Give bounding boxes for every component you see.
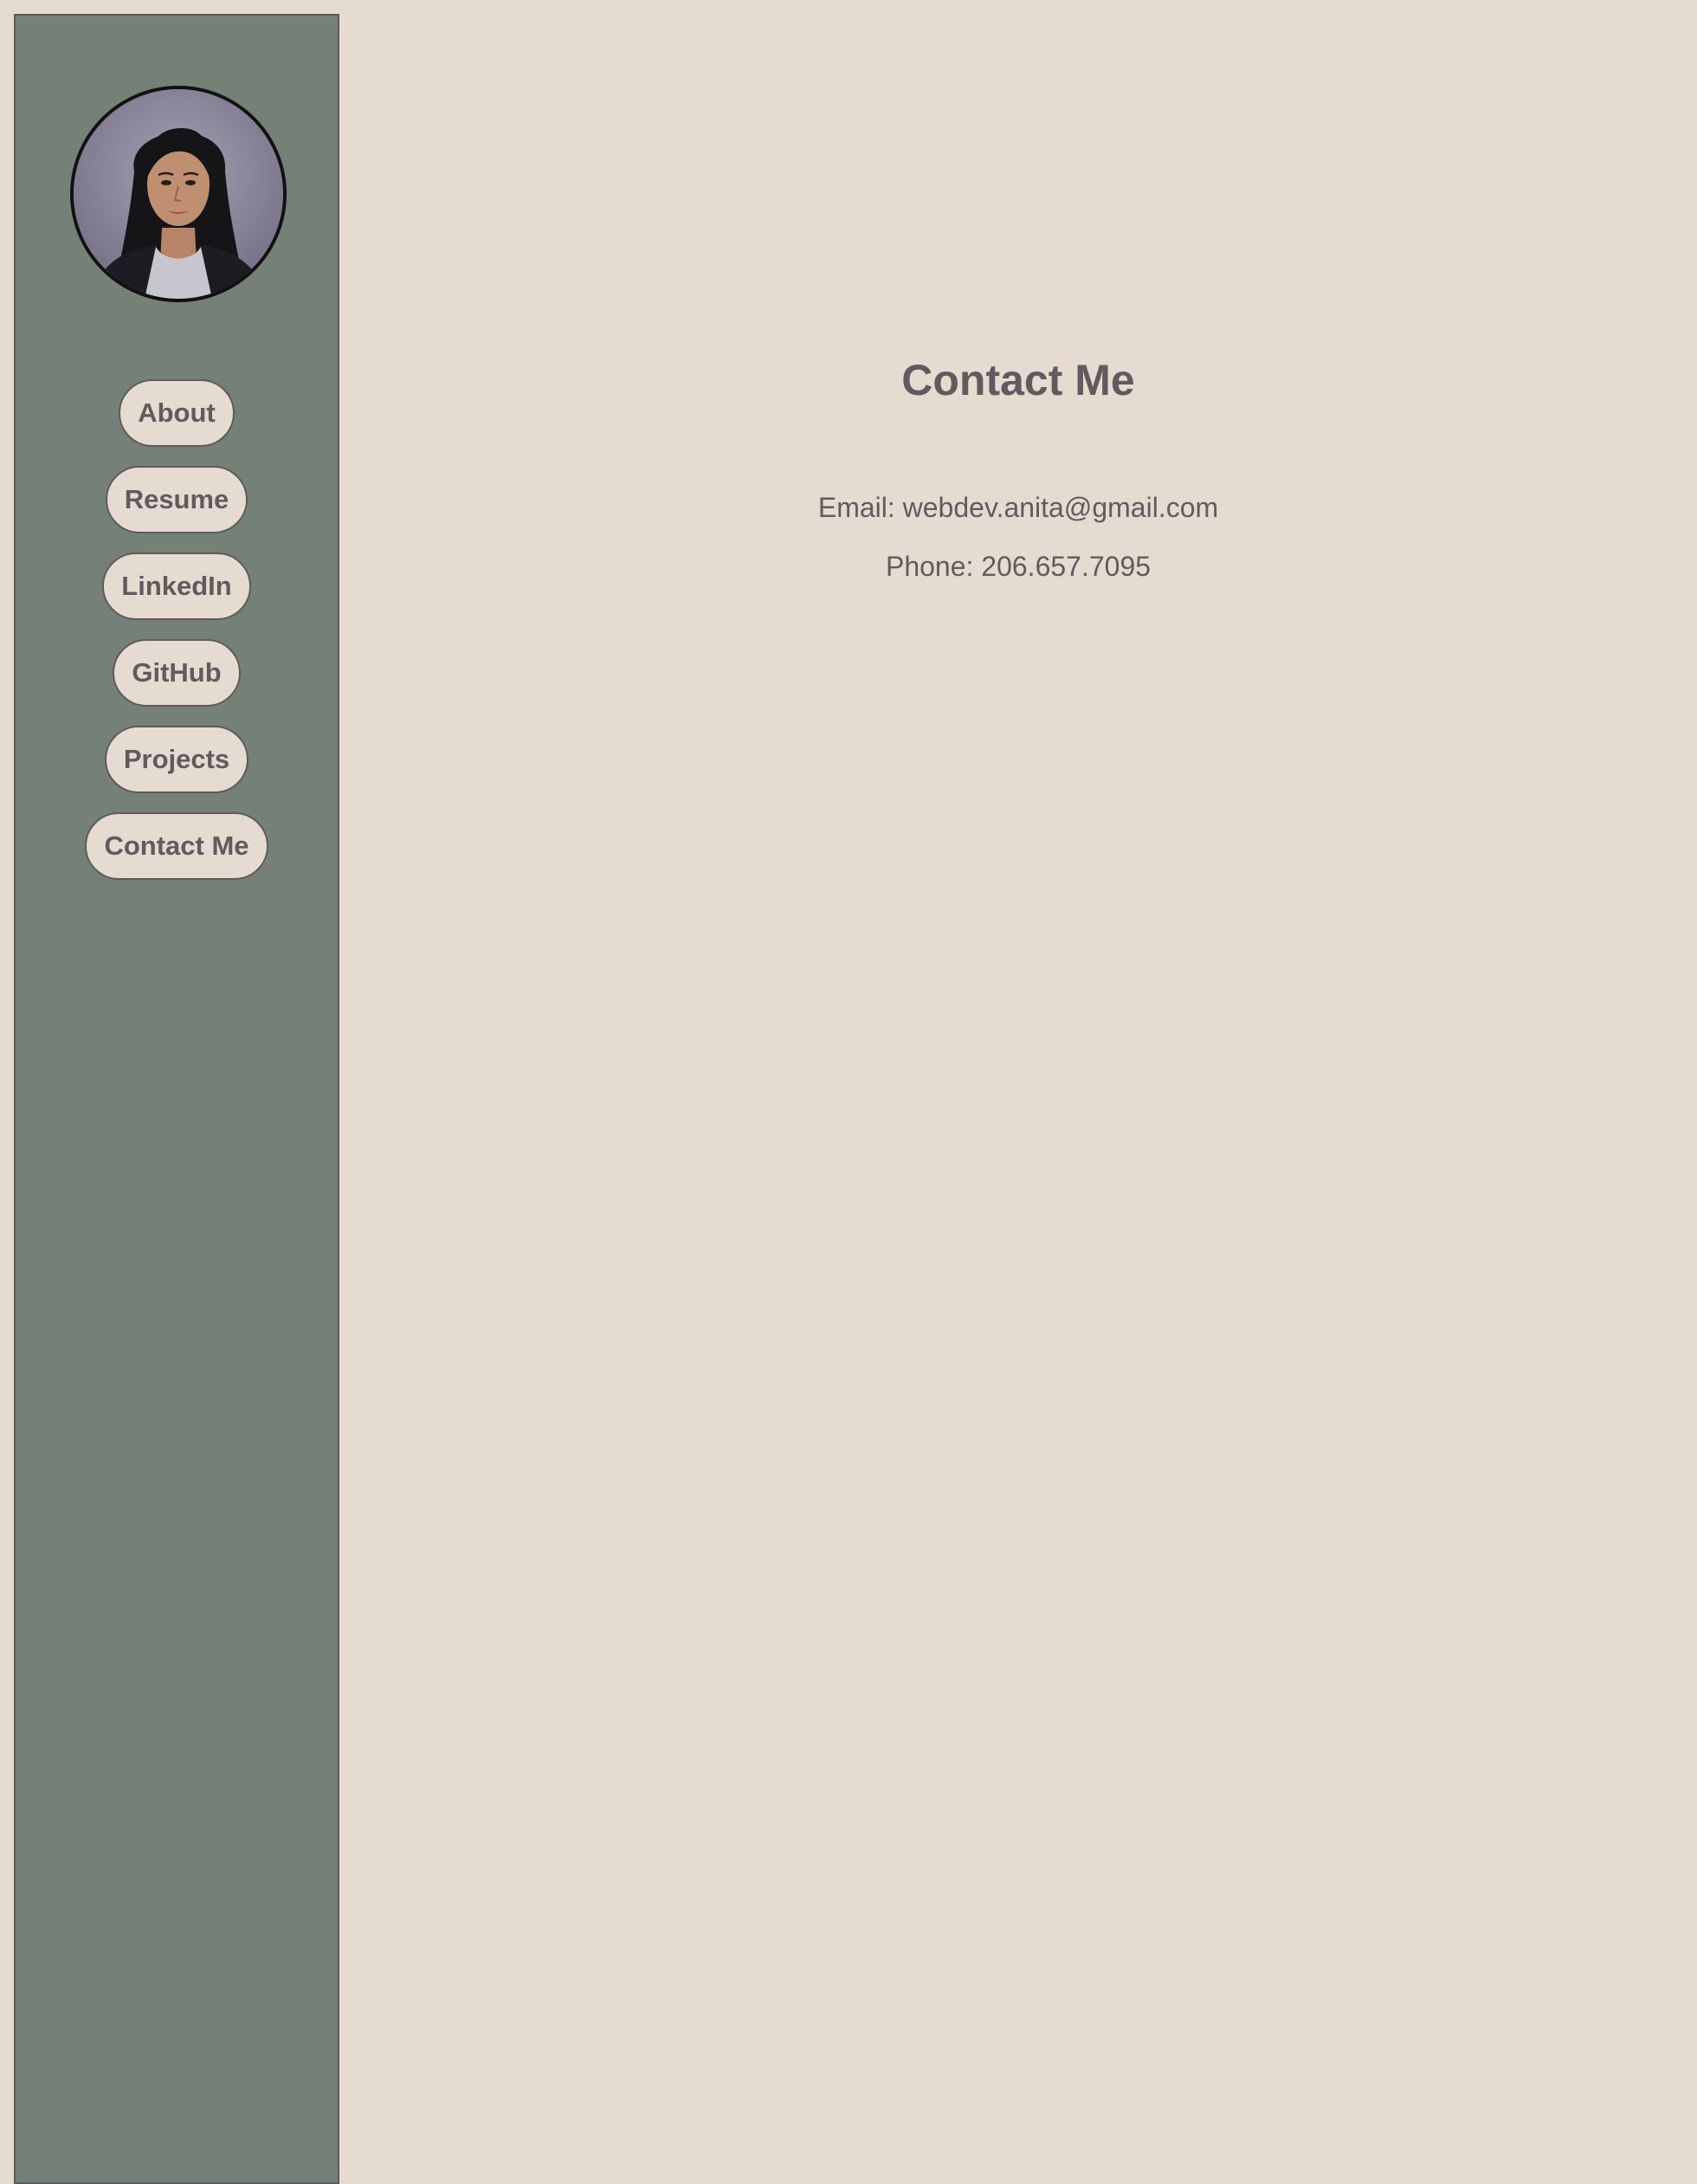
page-title: Contact Me [901,356,1135,404]
nav-projects-button[interactable]: Projects [104,726,249,793]
profile-photo-icon [74,89,283,299]
nav-linkedin-button[interactable]: LinkedIn [102,552,251,620]
nav-about-button[interactable]: About [119,379,235,447]
sidebar: About Resume LinkedIn GitHub Projects Co… [14,14,339,2184]
phone-text: Phone: 206.657.7095 [885,551,1152,582]
sidebar-nav: About Resume LinkedIn GitHub Projects Co… [16,379,338,880]
avatar [70,86,287,302]
page: About Resume LinkedIn GitHub Projects Co… [0,0,1697,2184]
nav-github-button[interactable]: GitHub [113,639,241,707]
nav-contact-me-button[interactable]: Contact Me [85,812,268,880]
email-text: Email: webdev.anita@gmail.com [817,492,1219,523]
main-content: Contact Me Email: webdev.anita@gmail.com… [339,0,1697,2184]
nav-resume-button[interactable]: Resume [105,466,248,533]
